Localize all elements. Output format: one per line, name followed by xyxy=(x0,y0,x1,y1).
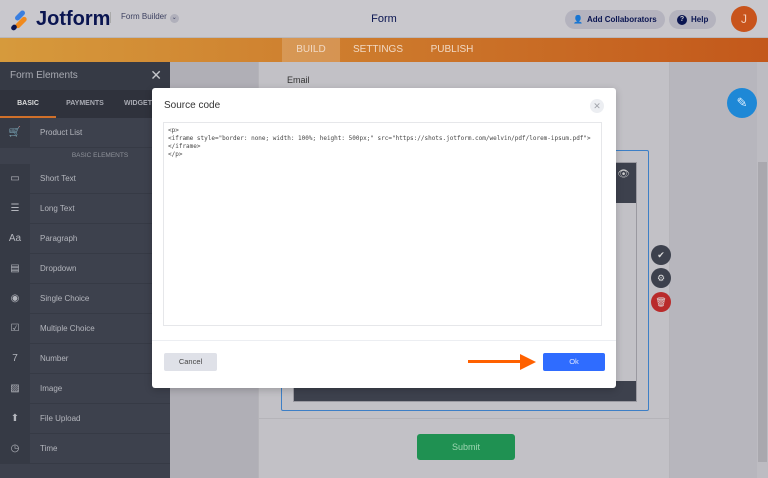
add-collaborators-label: Add Collaborators xyxy=(586,15,657,24)
element-icon: ☰ xyxy=(0,194,30,223)
top-header: Jotform Form Builder ⌄ Form 👤 Add Collabor… xyxy=(0,0,768,38)
canvas-right: ✎ xyxy=(670,62,768,478)
element-time[interactable]: ◷ Time xyxy=(0,434,170,464)
close-icon[interactable]: ✕ xyxy=(150,67,162,84)
element-short-text[interactable]: ▭ Short Text xyxy=(0,164,170,194)
tab-basic[interactable]: BASIC xyxy=(0,90,56,118)
help-label: Help xyxy=(691,15,709,24)
eye-icon[interactable]: 👁 xyxy=(617,169,630,180)
element-label: File Upload xyxy=(40,414,81,423)
element-label: Time xyxy=(40,444,58,453)
element-paragraph[interactable]: Aa Paragraph xyxy=(0,224,170,254)
element-label: Single Choice xyxy=(40,294,90,303)
element-icon: ◉ xyxy=(0,284,30,313)
element-icon: 7 xyxy=(0,344,30,373)
element-icon: ▤ xyxy=(0,254,30,283)
user-icon: 👤 xyxy=(573,15,583,24)
element-label: Multiple Choice xyxy=(40,324,95,333)
element-label: Product List xyxy=(40,128,83,137)
email-label: Email xyxy=(287,75,310,85)
tab-settings[interactable]: SETTINGS xyxy=(340,38,416,62)
scrollbar[interactable] xyxy=(757,62,768,478)
ok-button[interactable]: Ok xyxy=(543,353,605,371)
element-icon: Aa xyxy=(0,224,30,253)
source-code-dialog: Source code ✕ <p> <iframe style="border:… xyxy=(152,88,616,388)
dialog-title: Source code xyxy=(164,100,221,111)
cart-icon: 🛒 xyxy=(0,118,30,147)
close-icon[interactable]: ✕ xyxy=(590,99,604,113)
submit-button[interactable]: Submit xyxy=(417,434,515,460)
panel-title: Form Elements xyxy=(10,70,78,81)
arrow-icon xyxy=(468,360,524,363)
help-button[interactable]: ? Help xyxy=(669,10,717,29)
tab-payments[interactable]: PAYMENTS xyxy=(56,90,114,118)
section-label: BASIC ELEMENTS xyxy=(71,152,129,159)
dialog-footer xyxy=(152,340,616,341)
element-label: Paragraph xyxy=(40,234,78,243)
tab-build[interactable]: BUILD xyxy=(282,38,340,62)
element-file-upload[interactable]: ⬆ File Upload xyxy=(0,404,170,434)
tab-publish[interactable]: PUBLISH xyxy=(416,38,488,62)
trash-icon[interactable]: 🗑 xyxy=(651,292,671,312)
element-icon: ☑ xyxy=(0,314,30,343)
element-icon: ◷ xyxy=(0,434,30,463)
form-elements-panel: Form Elements ✕ BASIC PAYMENTS WIDGETS 🛒 P… xyxy=(0,62,170,478)
element-number[interactable]: 7 Number xyxy=(0,344,170,374)
element-image[interactable]: ▨ Image xyxy=(0,374,170,404)
element-label: Image xyxy=(40,384,63,393)
element-product-list[interactable]: 🛒 Product List xyxy=(0,118,170,148)
element-icon: ▨ xyxy=(0,374,30,403)
element-icon: ▭ xyxy=(0,164,30,193)
paint-brush-icon[interactable]: ✎ xyxy=(727,88,757,118)
cancel-button[interactable]: Cancel xyxy=(164,353,217,371)
builder-nav: BUILD SETTINGS PUBLISH xyxy=(0,38,768,62)
add-collaborators-button[interactable]: 👤 Add Collaborators xyxy=(565,10,665,29)
element-icon: ⬆ xyxy=(0,404,30,433)
avatar[interactable]: J xyxy=(731,6,757,32)
element-single-choice[interactable]: ◉ Single Choice xyxy=(0,284,170,314)
element-label: Long Text xyxy=(40,204,75,213)
element-long-text[interactable]: ☰ Long Text xyxy=(0,194,170,224)
gear-icon[interactable]: ⚙ xyxy=(651,268,671,288)
help-icon: ? xyxy=(677,14,687,25)
element-label: Dropdown xyxy=(40,264,77,273)
element-multiple-choice[interactable]: ☑ Multiple Choice xyxy=(0,314,170,344)
element-label: Number xyxy=(40,354,69,363)
source-code-input[interactable]: <p> <iframe style="border: none; width: … xyxy=(163,122,602,326)
element-dropdown[interactable]: ▤ Dropdown xyxy=(0,254,170,284)
element-label: Short Text xyxy=(40,174,76,183)
check-icon[interactable]: ✔ xyxy=(651,245,671,265)
arrow-head xyxy=(520,354,536,370)
